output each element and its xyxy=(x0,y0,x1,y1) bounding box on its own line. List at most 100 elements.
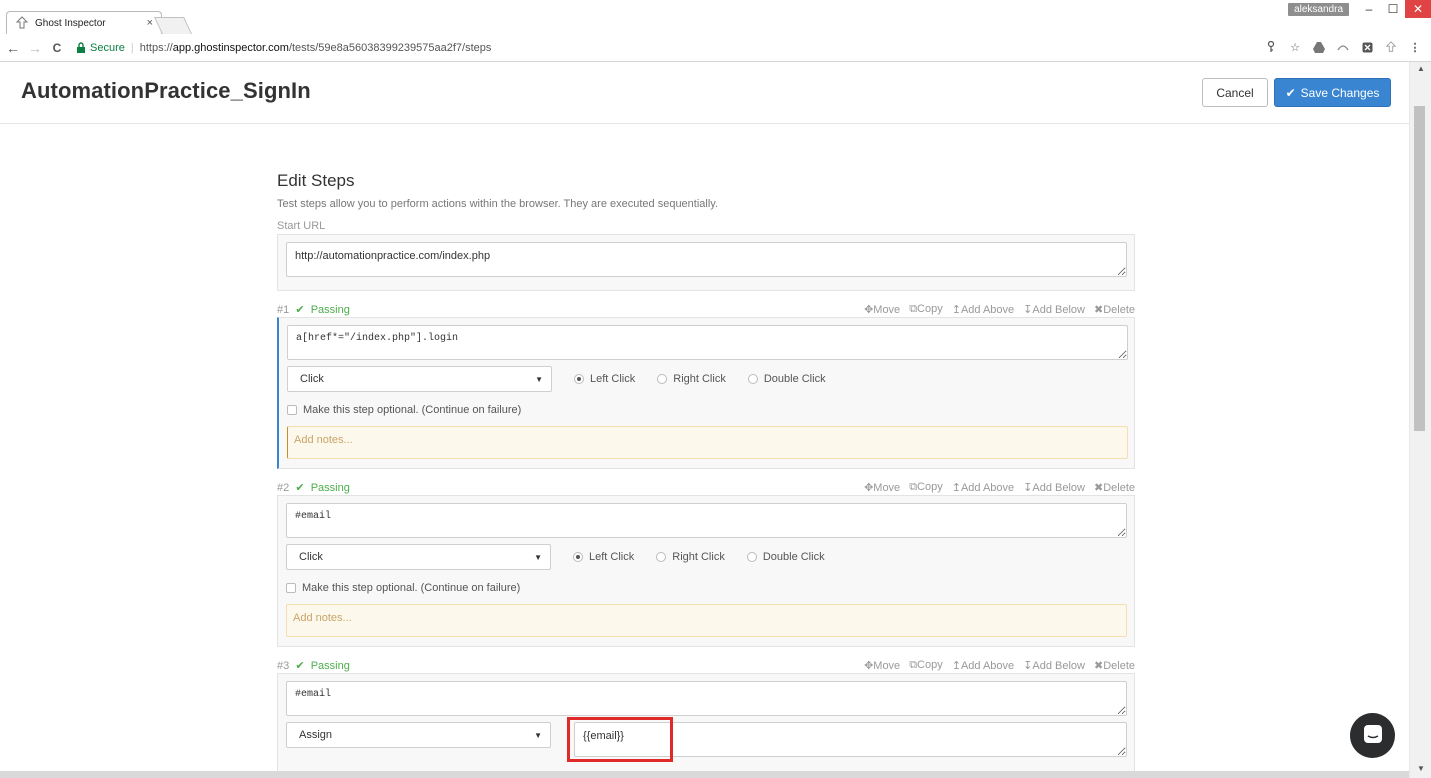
chat-launcher-button[interactable] xyxy=(1350,713,1395,758)
browser-tab[interactable]: Ghost Inspector × xyxy=(6,11,162,34)
copy-icon: ⧉ xyxy=(909,481,918,493)
arrow-down-icon: ↧ xyxy=(1023,304,1033,316)
os-taskbar xyxy=(0,771,1409,778)
step-3-action-select[interactable]: Assign ▼ xyxy=(286,722,551,748)
ghost-extension-icon[interactable] xyxy=(1383,38,1399,56)
menu-icon[interactable]: ⋮ xyxy=(1407,38,1423,56)
add-above-action[interactable]: ↥Add Above xyxy=(952,659,1014,672)
double-click-radio[interactable]: Double Click xyxy=(747,373,826,385)
arrow-up-icon: ↥ xyxy=(951,482,961,494)
tab-close-icon[interactable]: × xyxy=(147,17,153,29)
section-description: Test steps allow you to perform actions … xyxy=(277,198,719,210)
scroll-up-arrow-icon[interactable]: ▲ xyxy=(1410,64,1431,76)
copy-icon: ⧉ xyxy=(909,303,918,315)
extension-icon[interactable] xyxy=(1335,38,1351,56)
step-2-notes[interactable]: Add notes... xyxy=(286,604,1127,637)
cancel-button[interactable]: Cancel xyxy=(1202,78,1268,107)
add-below-action[interactable]: ↧Add Below xyxy=(1023,481,1085,494)
add-above-action[interactable]: ↥Add Above xyxy=(952,481,1014,494)
step-3-actions: ✥Move ⧉Copy ↥Add Above ↧Add Below ✖Delet… xyxy=(864,659,1135,672)
add-below-action[interactable]: ↧Add Below xyxy=(1023,659,1085,672)
app-header: AutomationPractice_SignIn Cancel ✔ Save … xyxy=(0,62,1409,124)
back-button[interactable]: ← xyxy=(4,38,22,58)
copy-icon: ⧉ xyxy=(909,659,918,671)
star-icon[interactable]: ☆ xyxy=(1287,38,1303,56)
left-click-radio[interactable]: Left Click xyxy=(574,373,635,385)
block-icon[interactable] xyxy=(1359,38,1375,56)
passing-check-icon: ✔ xyxy=(292,304,308,316)
copy-action[interactable]: ⧉Copy xyxy=(909,481,943,494)
step-2-click-type: Left Click Right Click Double Click xyxy=(573,551,825,563)
step-1-actions: ✥Move ⧉Copy ↥Add Above ↧Add Below ✖Delet… xyxy=(864,303,1135,316)
optional-checkbox[interactable] xyxy=(287,405,297,415)
delete-action[interactable]: ✖Delete xyxy=(1094,481,1135,494)
passing-check-icon: ✔ xyxy=(292,660,308,672)
arrow-down-icon: ↧ xyxy=(1023,482,1033,494)
step-2-selector-input[interactable]: #email xyxy=(286,503,1127,538)
copy-action[interactable]: ⧉Copy xyxy=(909,303,943,316)
step-1-selector-input[interactable]: a[href*="/index.php"].login xyxy=(287,325,1128,360)
move-action[interactable]: ✥Move xyxy=(864,303,900,316)
browser-tab-title: Ghost Inspector xyxy=(35,17,106,29)
step-3-header: #3 ✔ Passing ✥Move ⧉Copy ↥Add Above ↧Add… xyxy=(277,659,1135,673)
step-1-action-select[interactable]: Click ▼ xyxy=(287,366,552,392)
delete-action[interactable]: ✖Delete xyxy=(1094,659,1135,672)
step-2-header: #2 ✔ Passing ✥Move ⧉Copy ↥Add Above ↧Add… xyxy=(277,481,1135,495)
step-1-click-type: Left Click Right Click Double Click xyxy=(574,373,826,385)
right-click-radio[interactable]: Right Click xyxy=(657,373,726,385)
window-minimize-button[interactable]: – xyxy=(1357,0,1381,18)
step-1-panel: a[href*="/index.php"].login Click ▼ Left… xyxy=(277,317,1135,469)
section-title: Edit Steps xyxy=(277,171,355,190)
delete-x-icon: ✖ xyxy=(1093,482,1104,494)
browser-tabstrip: Ghost Inspector × aleksandra – ☐ ✕ xyxy=(0,0,1431,34)
step-2-action-select[interactable]: Click ▼ xyxy=(286,544,551,570)
optional-checkbox[interactable] xyxy=(286,583,296,593)
key-icon[interactable] xyxy=(1263,38,1279,56)
chat-icon xyxy=(1363,724,1383,747)
save-changes-button[interactable]: ✔ Save Changes xyxy=(1274,78,1391,107)
step-number: #3 xyxy=(277,660,290,672)
ghost-inspector-icon xyxy=(15,16,29,30)
page-scrollbar[interactable]: ▲ ▼ xyxy=(1409,62,1431,778)
right-click-radio[interactable]: Right Click xyxy=(656,551,725,563)
url-omnibox[interactable]: Secure | https:// app.ghostinspector.com… xyxy=(74,37,1244,58)
scroll-down-arrow-icon[interactable]: ▼ xyxy=(1410,764,1431,776)
profile-badge[interactable]: aleksandra xyxy=(1288,3,1349,16)
lock-icon xyxy=(76,42,86,53)
dropdown-caret-icon: ▼ xyxy=(535,375,543,384)
highlight-box xyxy=(567,717,673,762)
url-host: app.ghostinspector.com xyxy=(172,41,289,54)
delete-action[interactable]: ✖Delete xyxy=(1094,303,1135,316)
dropdown-caret-icon: ▼ xyxy=(534,731,542,740)
add-above-action[interactable]: ↥Add Above xyxy=(952,303,1014,316)
step-1-notes[interactable]: Add notes... xyxy=(287,426,1128,459)
step-2-actions: ✥Move ⧉Copy ↥Add Above ↧Add Below ✖Delet… xyxy=(864,481,1135,494)
window-maximize-button[interactable]: ☐ xyxy=(1381,0,1405,18)
address-bar: ← → C Secure | https:// app.ghostinspect… xyxy=(0,34,1431,62)
arrow-up-icon: ↥ xyxy=(951,304,961,316)
step-number: #1 xyxy=(277,304,290,316)
move-action[interactable]: ✥Move xyxy=(864,659,900,672)
dropdown-caret-icon: ▼ xyxy=(534,553,542,562)
step-1-optional[interactable]: Make this step optional. (Continue on fa… xyxy=(287,404,521,416)
delete-x-icon: ✖ xyxy=(1093,304,1104,316)
start-url-input[interactable]: http://automationpractice.com/index.php xyxy=(286,242,1127,277)
scrollbar-thumb[interactable] xyxy=(1414,106,1425,431)
add-below-action[interactable]: ↧Add Below xyxy=(1023,303,1085,316)
start-url-panel: http://automationpractice.com/index.php xyxy=(277,234,1135,291)
drive-icon[interactable] xyxy=(1311,38,1327,56)
double-click-radio[interactable]: Double Click xyxy=(746,551,825,563)
move-action[interactable]: ✥Move xyxy=(864,481,900,494)
step-status: Passing xyxy=(310,660,350,672)
step-status: Passing xyxy=(310,482,350,494)
step-3-selector-input[interactable]: #email xyxy=(286,681,1127,716)
move-icon: ✥ xyxy=(864,660,874,672)
forward-button[interactable]: → xyxy=(26,38,44,58)
window-close-button[interactable]: ✕ xyxy=(1405,0,1431,18)
reload-button[interactable]: C xyxy=(48,38,66,58)
arrow-up-icon: ↥ xyxy=(951,660,961,672)
step-2-optional[interactable]: Make this step optional. (Continue on fa… xyxy=(286,582,520,594)
left-click-radio[interactable]: Left Click xyxy=(573,551,634,563)
copy-action[interactable]: ⧉Copy xyxy=(909,659,943,672)
page-title: AutomationPractice_SignIn xyxy=(21,78,311,103)
